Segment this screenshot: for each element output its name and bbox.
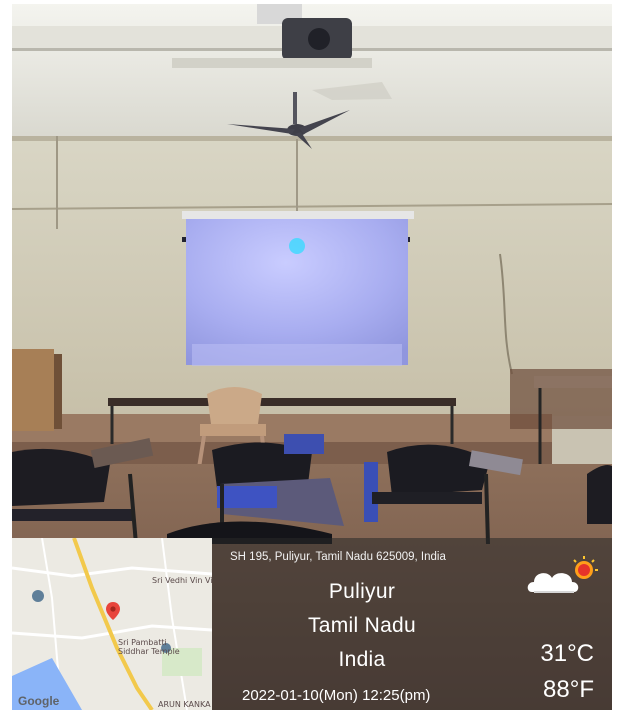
projector-shelf	[172, 58, 372, 68]
geotag-info-panel: SH 195, Puliyur, Tamil Nadu 625009, Indi…	[212, 538, 612, 710]
location-map[interactable]: Sri Vedhi Vin Vinayagar Temp Sri Pambatt…	[12, 538, 212, 710]
teacher-table-top	[108, 398, 456, 406]
partly-cloudy-icon	[527, 556, 598, 593]
state-name: Tamil Nadu	[307, 614, 417, 637]
temperature-celsius: 31°C	[540, 640, 594, 667]
screen-reflection	[192, 344, 402, 366]
plastic-chair-back	[207, 387, 262, 424]
country-name: India	[338, 648, 386, 671]
map-label-road: ARUN KANKA	[158, 700, 211, 709]
projector-lens	[308, 28, 330, 50]
full-address: SH 195, Puliyur, Tamil Nadu 625009, Indi…	[230, 551, 446, 563]
right-wall-panel	[510, 369, 612, 429]
location-pin-icon	[106, 602, 120, 620]
left-cupboard	[12, 349, 54, 431]
plastic-chair-seat	[200, 424, 266, 436]
capture-datetime: 2022-01-10(Mon) 12:25(pm)	[242, 687, 431, 704]
city-name: Puliyur	[328, 580, 396, 603]
photo-frame: Sri Vedhi Vin Vinayagar Temp Sri Pambatt…	[0, 0, 623, 711]
map-label-temple: Sri Pambatti Siddhar Temple	[118, 638, 180, 656]
map-poi-icon	[32, 590, 44, 602]
temperature-fahrenheit: 88°F	[543, 676, 594, 703]
map-graphic	[12, 538, 212, 710]
stage-platform	[12, 414, 552, 444]
screen-case	[182, 211, 414, 219]
google-logo: Google	[18, 694, 60, 708]
map-label-top: Sri Vedhi Vin Vinayagar Temp	[152, 576, 212, 585]
screen-light-spot	[289, 238, 305, 254]
wall-top-edge	[12, 136, 612, 141]
left-cupboard-side	[54, 354, 62, 429]
student-chair-far-right	[587, 465, 612, 524]
